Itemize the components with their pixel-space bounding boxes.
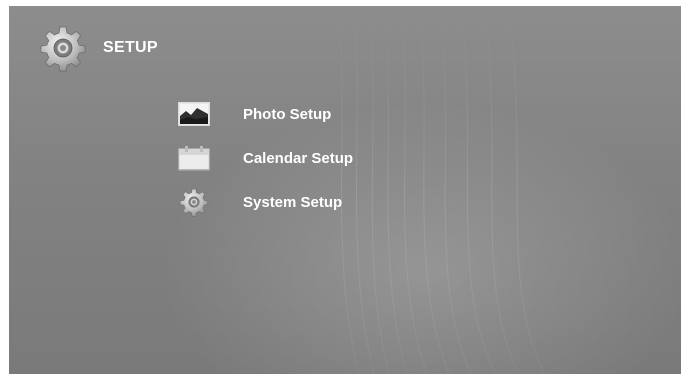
menu-item-label: Photo Setup xyxy=(243,105,332,123)
menu-item-photo-setup[interactable]: Photo Setup xyxy=(177,92,331,136)
page-title: SETUP xyxy=(103,39,158,56)
photo-icon xyxy=(177,99,211,129)
setup-menu: Photo Setup Calendar Setup System Setup xyxy=(177,92,353,224)
calendar-icon xyxy=(177,143,211,173)
setup-screen: SETUP Photo Setup Calendar Setup System … xyxy=(9,6,681,374)
menu-item-label: System Setup xyxy=(243,193,343,211)
gear-icon xyxy=(40,26,86,72)
gear-icon xyxy=(177,187,211,217)
menu-item-system-setup[interactable]: System Setup xyxy=(177,180,342,224)
menu-item-label: Calendar Setup xyxy=(243,149,354,167)
menu-item-calendar-setup[interactable]: Calendar Setup xyxy=(177,136,353,180)
page-header: SETUP xyxy=(39,24,158,72)
